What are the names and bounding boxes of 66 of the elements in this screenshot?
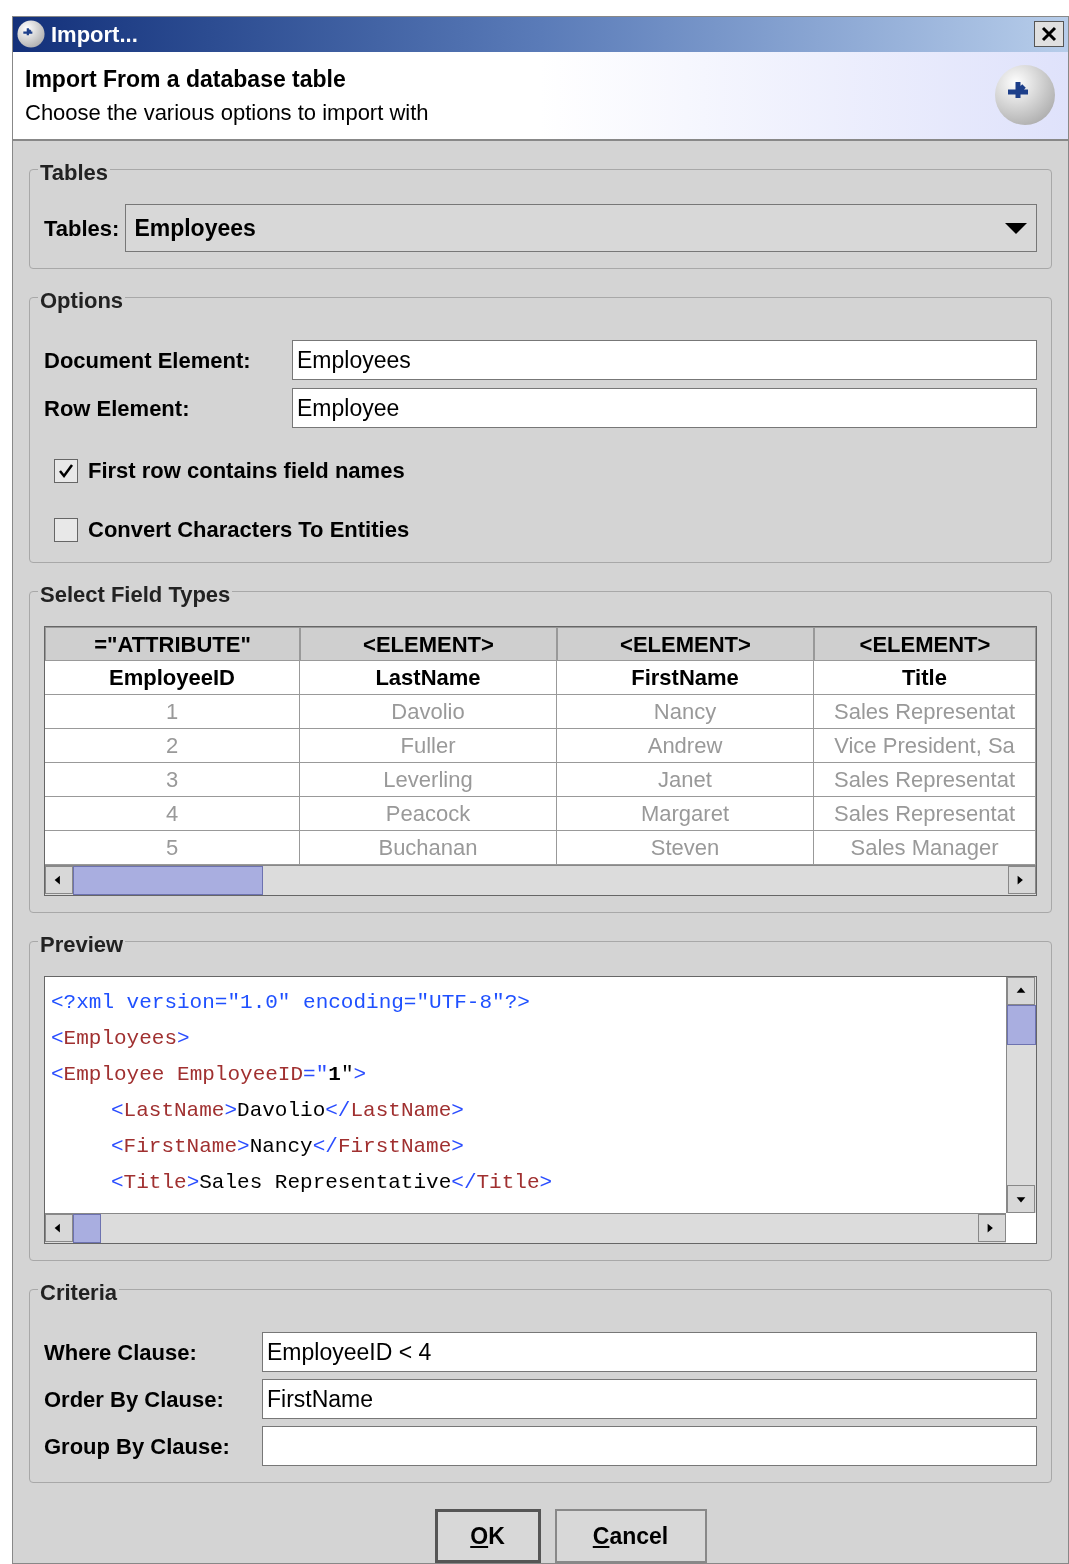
app-logo-icon <box>994 64 1056 127</box>
close-button[interactable] <box>1034 21 1064 48</box>
table-cell: Vice President, Sa <box>814 729 1036 763</box>
code-line: <Title>Sales Representative</Title> <box>110 1170 554 1196</box>
column-type-header[interactable]: ="ATTRIBUTE" <box>45 627 300 661</box>
table-cell: Nancy <box>557 695 814 729</box>
checkbox-option[interactable]: First row contains field names <box>54 454 1037 487</box>
checkmark-icon <box>58 462 74 479</box>
field-label: Row Element: <box>44 394 191 423</box>
tables-dropdown[interactable]: Employees <box>125 204 1037 252</box>
text-field[interactable]: EmployeeID < 4 <box>262 1332 1037 1372</box>
scroll-up-button[interactable] <box>1007 977 1035 1005</box>
checkbox-option[interactable]: Convert Characters To Entities <box>54 513 1037 546</box>
dialog-button[interactable]: OK <box>434 1509 541 1563</box>
table-cell: Sales Representat <box>814 797 1036 831</box>
table-cell: 3 <box>45 763 300 797</box>
column-type-header[interactable]: <ELEMENT> <box>814 627 1036 661</box>
field-label: Document Element: <box>44 346 252 375</box>
table-cell: 1 <box>45 695 300 729</box>
window-title: Import... <box>51 20 139 49</box>
checkbox[interactable] <box>54 517 78 542</box>
table-header-cell: EmployeeID <box>45 661 300 695</box>
header-subtitle: Choose the various options to import with <box>25 99 430 128</box>
code-line: <LastName>Davolio</LastName> <box>110 1098 465 1124</box>
close-icon <box>1041 26 1057 43</box>
text-field[interactable] <box>262 1426 1037 1466</box>
table-header-cell: Title <box>814 661 1036 695</box>
text-field[interactable]: Employees <box>292 340 1037 380</box>
table-cell: Peacock <box>300 797 557 831</box>
table-cell: Andrew <box>557 729 814 763</box>
table-cell: Janet <box>557 763 814 797</box>
text-field[interactable]: FirstName <box>262 1379 1037 1419</box>
table-cell: Sales Representat <box>814 695 1036 729</box>
dialog-button[interactable]: Cancel <box>554 1509 707 1563</box>
header-title: Import From a database table <box>25 64 347 94</box>
checkbox[interactable] <box>54 458 78 483</box>
scrollbar-thumb[interactable] <box>1007 1005 1036 1045</box>
table-header-cell: FirstName <box>557 661 814 695</box>
app-logo-icon <box>17 20 45 49</box>
table-cell: Leverling <box>300 763 557 797</box>
scroll-right-button[interactable] <box>1008 866 1036 894</box>
scroll-left-button[interactable] <box>45 866 73 894</box>
table-cell: 2 <box>45 729 300 763</box>
table-cell: Margaret <box>557 797 814 831</box>
field-label: Group By Clause: <box>44 1432 231 1461</box>
table-header-cell: LastName <box>300 661 557 695</box>
scroll-left-button[interactable] <box>45 1214 73 1242</box>
scrollbar-thumb[interactable] <box>73 866 263 895</box>
code-line: <?xml version="1.0" encoding="UTF-8"?> <box>51 990 531 1016</box>
column-type-header[interactable]: <ELEMENT> <box>300 627 557 661</box>
scroll-down-button[interactable] <box>1007 1185 1035 1213</box>
table-cell: Davolio <box>300 695 557 729</box>
field-label: Tables: <box>44 214 120 243</box>
code-line: <FirstName>Nancy</FirstName> <box>110 1134 465 1160</box>
table-cell: Fuller <box>300 729 557 763</box>
scrollbar-thumb[interactable] <box>73 1214 101 1243</box>
table-cell: Sales Representat <box>814 763 1036 797</box>
field-label: Order By Clause: <box>44 1385 225 1414</box>
code-line: <Employees> <box>51 1026 191 1052</box>
column-type-header[interactable]: <ELEMENT> <box>557 627 814 661</box>
scroll-right-button[interactable] <box>978 1214 1006 1242</box>
text-field[interactable]: Employee <box>292 388 1037 428</box>
dropdown-arrow-icon <box>1004 221 1028 235</box>
table-cell: 4 <box>45 797 300 831</box>
code-line: <Employee EmployeeID="1"> <box>51 1062 368 1088</box>
field-label: Where Clause: <box>44 1338 198 1367</box>
